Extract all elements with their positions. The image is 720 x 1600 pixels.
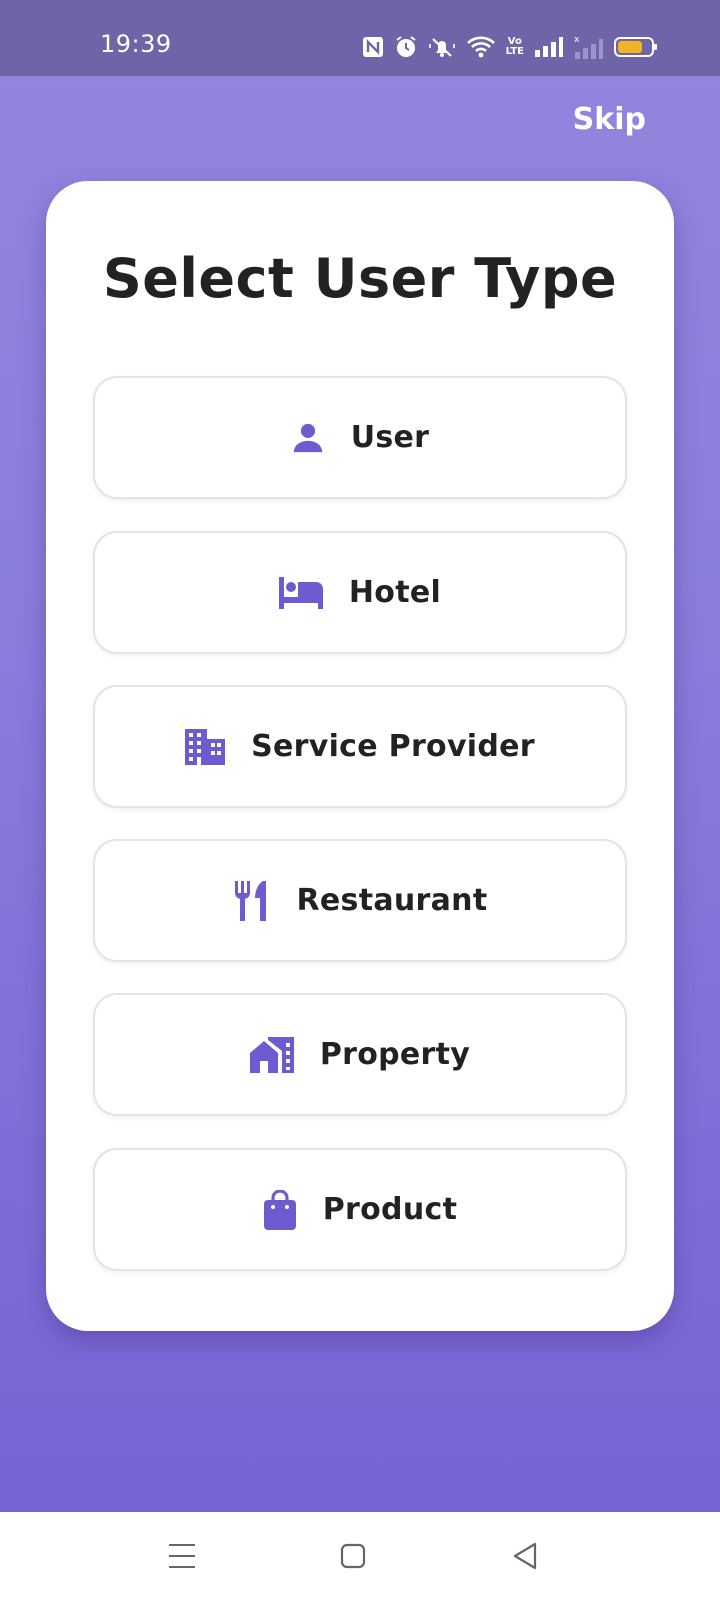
status-icons: Vo LTE x bbox=[362, 32, 658, 62]
option-label: Service Provider bbox=[251, 729, 535, 764]
nfc-icon bbox=[362, 36, 384, 58]
status-time: 19:39 bbox=[100, 30, 172, 58]
page-title: Select User Type bbox=[102, 247, 618, 310]
system-nav-bar bbox=[0, 1512, 720, 1600]
volte-icon: Vo LTE bbox=[506, 37, 524, 57]
option-user[interactable]: User bbox=[93, 376, 627, 499]
alarm-icon bbox=[394, 35, 418, 59]
menu-icon[interactable] bbox=[162, 1536, 202, 1576]
house-icon bbox=[249, 1036, 294, 1073]
option-hotel[interactable]: Hotel bbox=[93, 531, 627, 654]
skip-button[interactable]: Skip bbox=[573, 102, 646, 137]
signal-no-service-icon: x bbox=[574, 34, 604, 60]
person-icon bbox=[291, 421, 325, 455]
status-bar: 19:39 Vo LTE x bbox=[0, 0, 720, 76]
option-label: Hotel bbox=[348, 575, 442, 610]
battery-icon bbox=[614, 36, 658, 58]
shopping-bag-icon bbox=[263, 1189, 297, 1230]
option-restaurant[interactable]: Restaurant bbox=[93, 839, 627, 962]
option-label: Property bbox=[319, 1037, 471, 1072]
option-label: User bbox=[350, 420, 430, 455]
user-type-card: Select User Type User Hotel Service Prov… bbox=[46, 181, 674, 1331]
option-property[interactable]: Property bbox=[93, 993, 627, 1116]
restaurant-icon bbox=[233, 880, 271, 921]
back-icon[interactable] bbox=[505, 1536, 545, 1576]
volte-bottom: LTE bbox=[505, 46, 524, 57]
home-icon[interactable] bbox=[333, 1536, 373, 1576]
option-label: Restaurant bbox=[296, 883, 488, 918]
option-label: Product bbox=[322, 1192, 458, 1227]
bed-icon bbox=[278, 576, 323, 609]
option-product[interactable]: Product bbox=[93, 1148, 627, 1271]
option-service-provider[interactable]: Service Provider bbox=[93, 685, 627, 808]
svg-text:x: x bbox=[574, 35, 580, 45]
signal-icon bbox=[534, 36, 564, 58]
mute-icon bbox=[428, 35, 456, 59]
wifi-icon bbox=[466, 35, 496, 59]
building-icon bbox=[185, 728, 226, 765]
